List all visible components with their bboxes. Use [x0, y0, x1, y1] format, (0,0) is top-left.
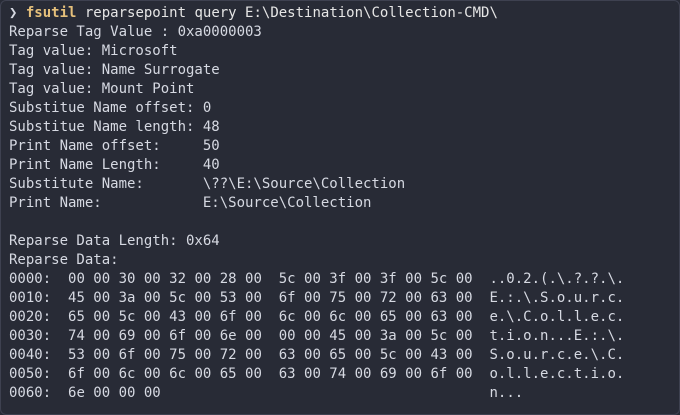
hex-offset: 0050: — [9, 366, 52, 382]
hex-bytes: 45 00 3a 00 5c 00 53 00 6f 00 75 00 72 0… — [68, 290, 473, 306]
hex-ascii: S.o.u.r.c.e.\.C. — [489, 347, 625, 363]
command-prompt-line: ❯ fsutil reparsepoint query E:\Destinati… — [9, 4, 679, 23]
hex-dump-row: 0030: 74 00 69 00 6f 00 6e 00 00 00 45 0… — [9, 327, 679, 346]
hex-offset: 0020: — [9, 309, 52, 325]
hex-padding — [473, 290, 490, 306]
terminal-window[interactable]: ❯ fsutil reparsepoint query E:\Destinati… — [0, 0, 680, 415]
hex-bytes: 65 00 5c 00 43 00 6f 00 6c 00 6c 00 65 0… — [68, 309, 473, 325]
prompt-chevron-icon: ❯ — [9, 5, 18, 21]
hex-offset: 0030: — [9, 328, 52, 344]
command-name: fsutil — [25, 5, 77, 21]
hex-offset: 0010: — [9, 290, 52, 306]
hex-ascii: t.i.o.n...E.:.\. — [489, 328, 625, 344]
hex-ascii: n... — [489, 385, 524, 401]
output-line: Tag value: Mount Point — [9, 81, 195, 97]
hex-ascii: E.:.\.S.o.u.r.c. — [489, 290, 625, 306]
output-line: Tag value: Microsoft — [9, 43, 178, 59]
hex-bytes: 6f 00 6c 00 6c 00 65 00 63 00 74 00 69 0… — [68, 366, 473, 382]
hex-dump-row: 0040: 53 00 6f 00 75 00 72 00 63 00 65 0… — [9, 346, 679, 365]
hex-offset: 0060: — [9, 385, 52, 401]
output-line: Reparse Tag Value : 0xa0000003 — [9, 24, 262, 40]
hex-padding — [473, 328, 490, 344]
output-line: Print Name offset: 50 — [9, 138, 220, 154]
hex-bytes: 74 00 69 00 6f 00 6e 00 00 00 45 00 3a 0… — [68, 328, 473, 344]
hex-padding — [473, 347, 490, 363]
hex-ascii: e.\.C.o.l.l.e.c. — [489, 309, 625, 325]
hex-bytes: 6e 00 00 00 — [68, 385, 161, 401]
hex-bytes: 53 00 6f 00 75 00 72 00 63 00 65 00 5c 0… — [68, 347, 473, 363]
hex-dump: 0000: 00 00 30 00 32 00 28 00 5c 00 3f 0… — [9, 270, 679, 403]
hex-dump-row: 0050: 6f 00 6c 00 6c 00 65 00 63 00 74 0… — [9, 365, 679, 384]
hex-dump-row: 0010: 45 00 3a 00 5c 00 53 00 6f 00 75 0… — [9, 289, 679, 308]
hex-bytes: 00 00 30 00 32 00 28 00 5c 00 3f 00 3f 0… — [68, 271, 473, 287]
output-line: Reparse Data: — [9, 252, 119, 268]
output-line: Reparse Data Length: 0x64 — [9, 233, 220, 249]
output-line: Substitue Name offset: 0 — [9, 100, 212, 116]
hex-padding — [473, 271, 490, 287]
hex-offset: 0040: — [9, 347, 52, 363]
hex-ascii: ..0.2.(.\.?.?.\. — [489, 271, 625, 287]
hex-padding — [161, 385, 490, 401]
output-line: Print Name Length: 40 — [9, 157, 220, 173]
hex-offset: 0000: — [9, 271, 52, 287]
output-line: Substitute Name: \??\E:\Source\Collectio… — [9, 176, 406, 192]
hex-padding — [473, 309, 490, 325]
hex-dump-row: 0000: 00 00 30 00 32 00 28 00 5c 00 3f 0… — [9, 270, 679, 289]
command-arguments: reparsepoint query E:\Destination\Collec… — [76, 5, 498, 21]
hex-dump-row: 0020: 65 00 5c 00 43 00 6f 00 6c 00 6c 0… — [9, 308, 679, 327]
command-output: Reparse Tag Value : 0xa0000003 Tag value:… — [9, 23, 679, 270]
output-line: Print Name: E:\Source\Collection — [9, 195, 372, 211]
hex-ascii: o.l.l.e.c.t.i.o. — [489, 366, 625, 382]
hex-padding — [473, 366, 490, 382]
output-line: Tag value: Name Surrogate — [9, 62, 220, 78]
output-line: Substitue Name length: 48 — [9, 119, 220, 135]
hex-dump-row: 0060: 6e 00 00 00 n... — [9, 384, 679, 403]
